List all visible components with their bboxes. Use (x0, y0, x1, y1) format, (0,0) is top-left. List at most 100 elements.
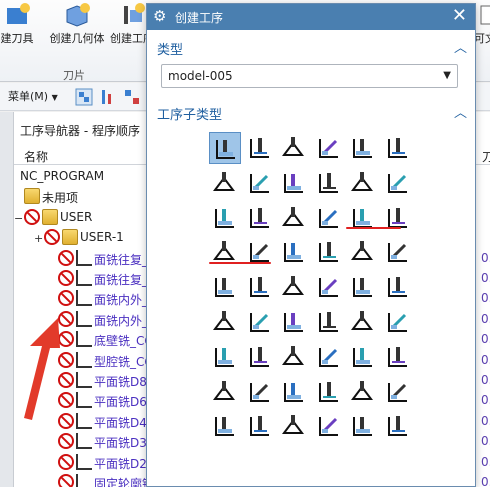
area-mill-icon[interactable] (313, 271, 345, 303)
create-tool-button[interactable]: 建刀具 (0, 0, 42, 50)
tree-row-label: 面铣往复_ (94, 252, 149, 267)
thread-mill-icon[interactable] (347, 236, 379, 268)
type-section-header[interactable]: 类型 ︿ (157, 37, 467, 58)
engrave-11-icon[interactable] (313, 410, 345, 442)
navigator-title: 工序导航器 - 程序顺序 (20, 124, 140, 138)
close-icon[interactable]: ✕ (452, 5, 467, 26)
subtype-section-header[interactable]: 工序子类型 ︿ (157, 102, 467, 123)
tree-row-label: USER-1 (80, 230, 124, 245)
finish-walls-icon[interactable] (382, 132, 414, 164)
planar-mill-icon[interactable] (278, 132, 310, 164)
create-geometry-button[interactable]: 创建几何体 (44, 0, 110, 50)
corner-rough-icon[interactable] (278, 167, 310, 199)
floor-wall-ipw-icon[interactable] (244, 202, 276, 234)
engrave-6-icon[interactable] (347, 376, 379, 408)
cavity-mill-icon[interactable] (244, 167, 276, 199)
zlevel-corner-icon[interactable] (347, 167, 379, 199)
planar-profile-12-icon[interactable] (313, 341, 345, 373)
tree-row-label: USER (60, 209, 93, 224)
tree-row-label: 平面铣D6- (94, 395, 152, 410)
gear-icon: ⚙ (153, 7, 167, 25)
hole-mill-icon[interactable] (313, 236, 345, 268)
flowcut-icon[interactable] (278, 271, 310, 303)
engrave-10-icon[interactable] (278, 410, 310, 442)
face-mill-area-icon[interactable] (278, 202, 310, 234)
tree-row-label: 平面铣D8- (94, 375, 152, 389)
planar-profile-icon[interactable] (313, 132, 345, 164)
planar-profile-11-icon[interactable] (278, 341, 310, 373)
engrave-13-icon[interactable] (382, 410, 414, 442)
streamline-icon[interactable] (244, 271, 276, 303)
tree-row-label: 面铣内外_ (94, 313, 149, 328)
engrave-icon[interactable] (382, 341, 414, 373)
finish-floor-icon[interactable] (209, 167, 241, 199)
dialog-titlebar: ⚙ 创建工序 ✕ (147, 4, 475, 30)
engrave-2-icon[interactable] (209, 376, 241, 408)
planar-profile-5-icon[interactable] (278, 306, 310, 338)
forbidden-status-icon (58, 453, 74, 470)
engrave-12-icon[interactable] (347, 410, 379, 442)
create-operation-dialog: ⚙ 创建工序 ✕ 类型 ︿ model-005 ▼ 工序子类型 ︿ (146, 3, 476, 487)
tree-row-label: 平面铣D2- (94, 456, 152, 471)
machine-tool-view-icon[interactable] (98, 87, 118, 107)
forbidden-status-icon (58, 249, 74, 266)
tree-row-label: 平面铣D4- (94, 415, 152, 430)
operation-icon (76, 474, 92, 487)
tree-row-time: 0. (481, 434, 490, 449)
contour-text-icon[interactable] (382, 271, 414, 303)
floor-wall-icon[interactable] (209, 202, 241, 234)
engrave-8-icon[interactable] (209, 410, 241, 442)
chevron-down-icon: ▼ (51, 93, 58, 102)
menu-button[interactable]: 菜单(M) ▼ (0, 88, 58, 106)
planar-profile-4-icon[interactable] (244, 306, 276, 338)
groove-mill-icon[interactable] (278, 236, 310, 268)
engrave-9-icon[interactable] (244, 410, 276, 442)
program-order-view-icon[interactable] (74, 87, 94, 107)
collapse-icon[interactable]: − (14, 212, 23, 225)
create-tool-label: 建刀具 (0, 32, 34, 45)
operation-icon (76, 351, 92, 368)
engrave-3-icon[interactable] (244, 376, 276, 408)
fixed-contour-icon[interactable] (382, 167, 414, 199)
zlevel-profile-icon[interactable] (313, 167, 345, 199)
planar-profile-7-icon[interactable] (347, 306, 379, 338)
solid-profile-icon[interactable] (347, 271, 379, 303)
face-mill-icon[interactable] (209, 132, 241, 164)
planar-profile-3-icon[interactable] (209, 306, 241, 338)
engrave-4-icon[interactable] (278, 376, 310, 408)
tree-row-time: 0. (481, 250, 490, 265)
tree-row-label: 固定轮廓铣 (94, 477, 155, 487)
ribbon-right-button[interactable]: 可文 (474, 0, 490, 50)
planar-finish-icon[interactable] (382, 236, 414, 268)
tree-row-label: 面铣往复_ (94, 273, 149, 287)
planar-profile-10-icon[interactable] (244, 341, 276, 373)
planar-profile-9-icon[interactable] (209, 341, 241, 373)
report-icon (480, 5, 490, 25)
planar-profile-6-icon[interactable] (313, 306, 345, 338)
face-mill-boundary-icon[interactable] (313, 202, 345, 234)
tree-row-time: 0. (481, 332, 490, 347)
create-geometry-label: 创建几何体 (49, 32, 105, 45)
type-select[interactable]: model-005 ▼ (161, 64, 458, 88)
column-header-name[interactable]: 名称 (24, 148, 48, 165)
cleanup-corners-icon[interactable] (347, 132, 379, 164)
tree-row-time: 0. (481, 393, 490, 408)
folder-icon (24, 188, 40, 205)
operation-icon (76, 249, 92, 266)
operation-icon (76, 331, 92, 348)
menu-label: 菜单(M) (8, 90, 49, 103)
engrave-7-icon[interactable] (382, 376, 414, 408)
create-tool-icon (7, 3, 30, 24)
chevron-down-icon: ▼ (443, 70, 451, 81)
chevron-up-icon[interactable]: ︿ (454, 37, 467, 56)
expand-icon[interactable]: + (34, 232, 43, 245)
planar-profile-8-icon[interactable] (382, 306, 414, 338)
engrave-5-icon[interactable] (313, 376, 345, 408)
contour-area-icon[interactable] (209, 271, 241, 303)
chevron-up-icon[interactable]: ︿ (454, 102, 467, 121)
face-mill-manual-icon[interactable] (244, 132, 276, 164)
planar-profile-13-icon[interactable] (347, 341, 379, 373)
column-header-time[interactable]: 刀 (482, 148, 490, 165)
tree-row-label: 面铣内外_ (94, 293, 149, 308)
geometry-view-icon[interactable] (122, 87, 142, 107)
